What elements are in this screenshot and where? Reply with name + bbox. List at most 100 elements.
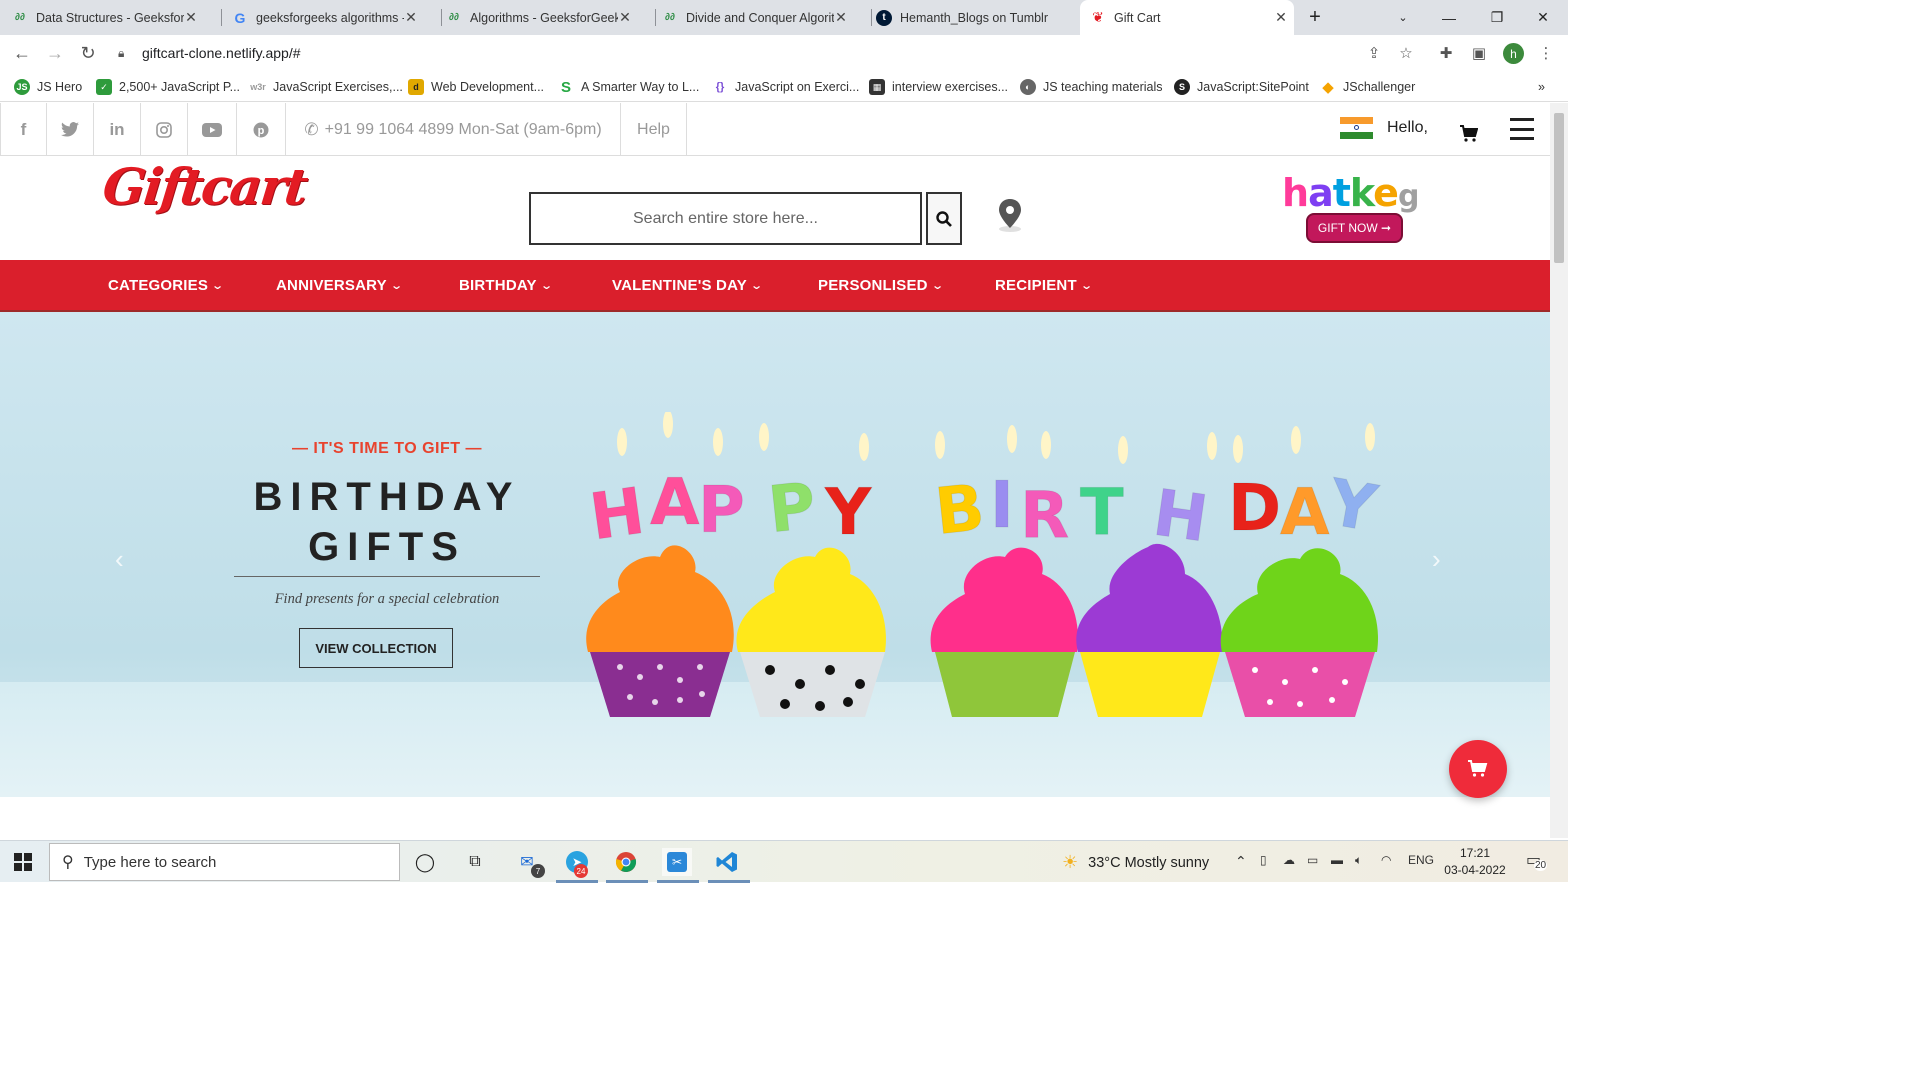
svg-text:Y: Y bbox=[824, 476, 872, 550]
svg-text:P: P bbox=[765, 470, 819, 548]
notification-center-icon[interactable]: ▭ 20 bbox=[1526, 850, 1548, 871]
close-tab-icon[interactable]: ✕ bbox=[184, 9, 198, 26]
more-menu-icon[interactable]: ⋮ bbox=[1536, 43, 1556, 63]
bookmark-jschallenger[interactable]: ◆ JSchallenger bbox=[1320, 77, 1415, 97]
nav-birthday[interactable]: BIRTHDAY ⌄ bbox=[459, 260, 553, 310]
linkedin-icon[interactable]: in bbox=[94, 103, 141, 156]
bookmark-teaching[interactable]: ◐ JS teaching materials bbox=[1020, 77, 1163, 97]
sun-icon: ☀ bbox=[1062, 852, 1079, 872]
tab-algorithms[interactable]: ∂∂ Algorithms - GeeksforGeeks ✕ bbox=[446, 0, 656, 35]
bookmark-star-icon[interactable]: ☆ bbox=[1396, 43, 1416, 63]
chrome-icon[interactable] bbox=[611, 848, 641, 876]
display-icon[interactable]: ▭ bbox=[1307, 853, 1318, 867]
reload-button[interactable]: ↻ bbox=[76, 41, 100, 65]
mail-icon[interactable]: ✉ 7 bbox=[512, 848, 545, 878]
svg-text:P: P bbox=[698, 474, 745, 548]
instagram-icon[interactable] bbox=[141, 103, 188, 156]
page-scrollbar[interactable] bbox=[1550, 103, 1568, 838]
camera-icon[interactable]: ▯ bbox=[1260, 853, 1267, 867]
share-icon[interactable]: ⇪ bbox=[1364, 43, 1384, 63]
nav-recipient[interactable]: RECIPIENT ⌄ bbox=[995, 260, 1093, 310]
slider-prev-chevron-icon[interactable]: ‹ bbox=[115, 544, 124, 575]
india-flag-icon[interactable] bbox=[1340, 117, 1373, 139]
bookmark-w3r-exercises[interactable]: w3r JavaScript Exercises,... bbox=[250, 77, 403, 97]
close-tab-icon[interactable]: ✕ bbox=[404, 9, 418, 26]
nav-personlised[interactable]: PERSONLISED ⌄ bbox=[818, 260, 944, 310]
weather-widget[interactable]: ☀ 33°C Mostly sunny bbox=[1062, 852, 1209, 873]
tab-google-search[interactable]: G geeksforgeeks algorithms - Google Sear… bbox=[232, 0, 442, 35]
tab-search-chevron-icon[interactable]: ⌄ bbox=[1380, 0, 1426, 35]
close-tab-icon[interactable]: ✕ bbox=[618, 9, 632, 26]
cortana-icon[interactable]: ◯ bbox=[410, 848, 440, 876]
clock[interactable]: 17:21 03-04-2022 bbox=[1443, 845, 1507, 879]
lock-icon: 🔒︎ bbox=[118, 45, 125, 60]
nav-valentines-day[interactable]: VALENTINE'S DAY ⌄ bbox=[612, 260, 763, 310]
giftcart-logo[interactable]: Giftcart bbox=[100, 157, 309, 220]
hero-slider: H A P P Y B I R T H D A Y ‹ › — IT'S TIM… bbox=[0, 312, 1550, 797]
hero-divider bbox=[234, 576, 540, 577]
battery-icon[interactable]: ▬ bbox=[1331, 853, 1343, 867]
gift-now-button[interactable]: GIFT NOW ➞ bbox=[1306, 213, 1403, 243]
restore-button[interactable]: ❐ bbox=[1474, 0, 1520, 35]
greeting-text[interactable]: Hello, bbox=[1387, 119, 1428, 137]
search-icon: ⚲ bbox=[62, 854, 74, 871]
svg-text:I: I bbox=[990, 469, 1014, 543]
bookmark-icon: JS bbox=[14, 79, 30, 95]
floating-cart-button[interactable] bbox=[1449, 740, 1507, 798]
bookmark-exercism[interactable]: {} JavaScript on Exerci... bbox=[712, 77, 859, 97]
location-pin-icon[interactable] bbox=[997, 198, 1023, 232]
twitter-icon[interactable] bbox=[47, 103, 94, 156]
side-panel-icon[interactable]: ▣ bbox=[1469, 43, 1489, 63]
speaker-icon[interactable]: 🔈︎ bbox=[1355, 853, 1362, 868]
new-tab-button[interactable]: + bbox=[1292, 0, 1338, 35]
more-bookmarks-chevron-icon[interactable]: » bbox=[1538, 77, 1545, 97]
wifi-icon[interactable]: ◠ bbox=[1381, 853, 1391, 867]
minimize-button[interactable]: — bbox=[1426, 0, 1472, 35]
search-input[interactable]: Search entire store here... bbox=[529, 192, 922, 245]
windows-start-icon[interactable] bbox=[14, 853, 32, 871]
profile-avatar[interactable]: h bbox=[1503, 43, 1524, 64]
taskbar-search-input[interactable]: ⚲ Type here to search bbox=[49, 843, 400, 881]
cloud-icon[interactable]: ☁ bbox=[1283, 853, 1295, 867]
bookmark-smarter-way[interactable]: SA Smarter Way to L... bbox=[558, 77, 699, 97]
snip-tool-icon[interactable]: ✂ bbox=[662, 848, 692, 876]
forward-button[interactable]: → bbox=[43, 41, 67, 65]
pinterest-icon[interactable]: p bbox=[237, 103, 286, 156]
slider-next-chevron-icon[interactable]: › bbox=[1432, 544, 1441, 575]
back-button[interactable]: ← bbox=[10, 41, 34, 65]
phone-contact[interactable]: ✆ +91 99 1064 4899 Mon-Sat (9am-6pm) bbox=[286, 103, 621, 156]
search-button[interactable] bbox=[926, 192, 962, 245]
cart-icon[interactable] bbox=[1460, 125, 1479, 145]
telegram-icon[interactable]: ➤ 24 bbox=[562, 848, 592, 878]
bookmark-interview[interactable]: ▦ interview exercises... bbox=[869, 77, 1008, 97]
scrollbar-thumb[interactable] bbox=[1554, 113, 1564, 263]
bookmark-js-hero[interactable]: JS JS Hero bbox=[14, 77, 82, 97]
language-indicator[interactable]: ENG bbox=[1408, 853, 1434, 867]
view-collection-button[interactable]: VIEW COLLECTION bbox=[299, 628, 453, 668]
google-icon: G bbox=[234, 9, 246, 26]
bookmark-web-dev[interactable]: d Web Development... bbox=[408, 77, 544, 97]
bookmark-js-problems[interactable]: ✓ 2,500+ JavaScript P... bbox=[96, 77, 240, 97]
nav-anniversary[interactable]: ANNIVERSARY ⌄ bbox=[276, 260, 403, 310]
show-hidden-icons-chevron-icon[interactable]: ⌃ bbox=[1235, 853, 1247, 870]
task-view-icon[interactable]: ⧉ bbox=[460, 848, 490, 876]
tab-data-structures[interactable]: ∂∂ Data Structures - GeeksforGeeks ✕ bbox=[12, 0, 222, 35]
close-window-button[interactable]: ✕ bbox=[1520, 0, 1566, 35]
help-link[interactable]: Help bbox=[621, 103, 687, 156]
bookmark-sitepoint[interactable]: S JavaScript:SitePoint bbox=[1174, 77, 1309, 97]
close-tab-icon[interactable]: ✕ bbox=[834, 9, 848, 26]
tab-gift-cart[interactable]: ❦ Gift Cart ✕ bbox=[1080, 0, 1294, 35]
nav-categories[interactable]: CATEGORIES ⌄ bbox=[108, 260, 224, 310]
close-tab-icon[interactable]: ✕ bbox=[1274, 9, 1288, 26]
url-bar[interactable]: 🔒︎ giftcart-clone.netlify.app/# bbox=[112, 39, 1402, 67]
vscode-icon[interactable] bbox=[712, 848, 742, 876]
tab-divide-conquer[interactable]: ∂∂ Divide and Conquer Algorithm ✕ bbox=[662, 0, 872, 35]
youtube-icon[interactable] bbox=[188, 103, 237, 156]
tab-tumblr[interactable]: t Hemanth_Blogs on Tumblr bbox=[876, 0, 1076, 35]
extensions-puzzle-icon[interactable]: ✚ bbox=[1436, 43, 1456, 63]
hamburger-menu-icon[interactable] bbox=[1510, 118, 1534, 140]
gfg-icon: ∂∂ bbox=[665, 12, 675, 23]
hatke-partner-widget[interactable]: hatkeg GIFT NOW ➞ bbox=[1280, 171, 1435, 253]
phone-text: +91 99 1064 4899 Mon-Sat (9am-6pm) bbox=[324, 120, 602, 138]
facebook-icon[interactable]: f bbox=[0, 103, 47, 156]
